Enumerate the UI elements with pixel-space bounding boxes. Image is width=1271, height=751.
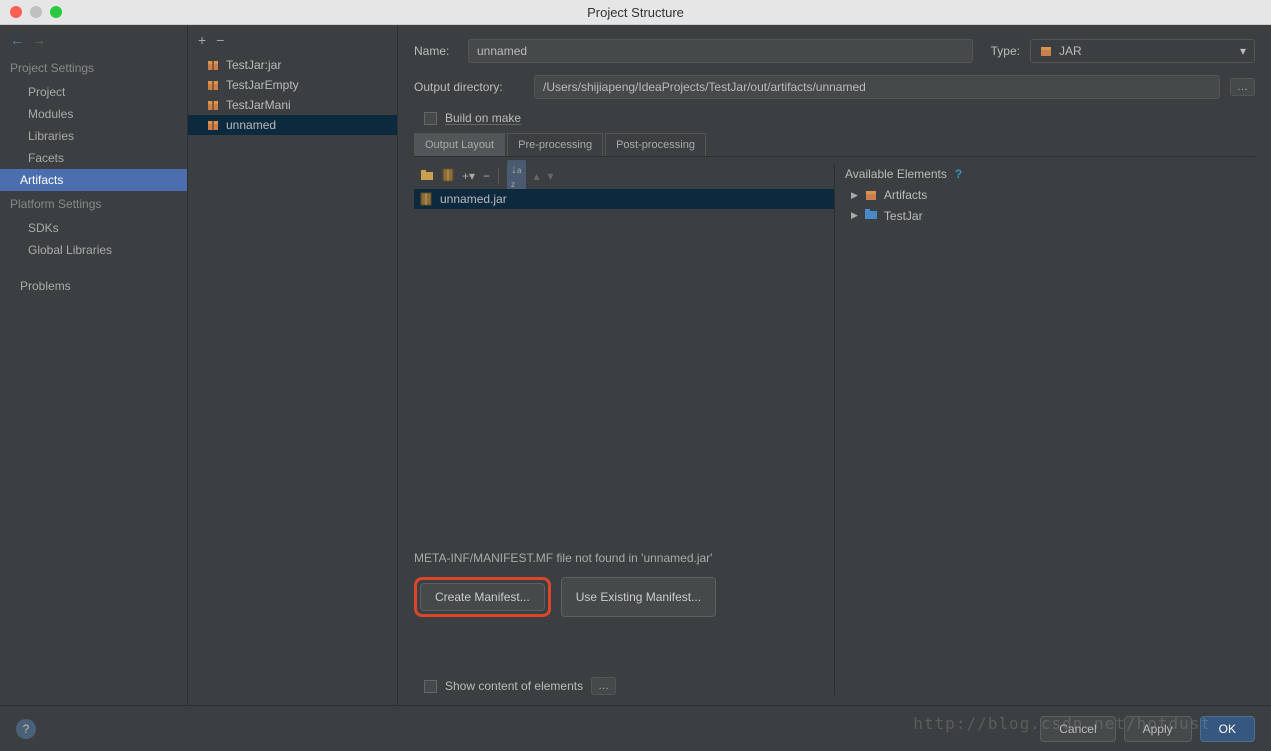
- traffic-lights: [0, 6, 62, 18]
- tab-output-layout[interactable]: Output Layout: [414, 133, 505, 156]
- sidebar-item-problems[interactable]: Problems: [0, 275, 187, 297]
- ae-item-module[interactable]: ▶ TestJar: [845, 205, 1255, 226]
- content-panel: Name: Type: JAR ▾ Output directory: … Bu…: [398, 25, 1271, 705]
- ae-item-label: TestJar: [884, 209, 923, 223]
- expand-icon: ▶: [851, 210, 858, 221]
- tab-post-processing[interactable]: Post-processing: [605, 133, 706, 156]
- show-content-more-button[interactable]: …: [591, 677, 616, 695]
- output-directory-input[interactable]: [534, 75, 1220, 99]
- chevron-down-icon: ▾: [1240, 44, 1246, 58]
- manifest-message: META-INF/MANIFEST.MF file not found in '…: [414, 545, 834, 571]
- maximize-window-button[interactable]: [50, 6, 62, 18]
- output-layout-panel: +▾ − ↓az ▴ ▾ unnamed.jar META-INF/MANIFE…: [414, 163, 835, 695]
- sidebar-item-global-libraries[interactable]: Global Libraries: [0, 239, 187, 261]
- available-elements-panel: Available Elements ? ▶ Artifacts ▶ TestJ…: [835, 163, 1255, 695]
- section-platform-settings: Platform Settings: [0, 191, 187, 217]
- tree-item-label: TestJar:jar: [226, 58, 281, 72]
- name-label: Name:: [414, 44, 458, 58]
- ae-item-label: Artifacts: [884, 188, 927, 202]
- sidebar: ← → Project Settings Project Modules Lib…: [0, 25, 188, 705]
- sidebar-item-project[interactable]: Project: [0, 81, 187, 103]
- help-icon[interactable]: ?: [955, 167, 962, 181]
- ok-button[interactable]: OK: [1200, 716, 1255, 742]
- new-folder-icon[interactable]: [420, 168, 434, 185]
- tree-item-label: TestJarMani: [226, 98, 291, 112]
- type-value: JAR: [1059, 44, 1082, 58]
- cancel-button[interactable]: Cancel: [1040, 716, 1115, 742]
- ae-item-artifacts[interactable]: ▶ Artifacts: [845, 185, 1255, 205]
- section-project-settings: Project Settings: [0, 55, 187, 81]
- available-elements-label: Available Elements: [845, 167, 947, 181]
- create-manifest-button[interactable]: Create Manifest...: [420, 583, 545, 611]
- titlebar: Project Structure: [0, 0, 1271, 25]
- artifact-icon: [206, 78, 220, 92]
- tabs: Output Layout Pre-processing Post-proces…: [414, 133, 1255, 157]
- artifact-icon: [206, 58, 220, 72]
- jar-name: unnamed.jar: [440, 192, 507, 206]
- tree-item[interactable]: TestJar:jar: [188, 55, 397, 75]
- tab-pre-processing[interactable]: Pre-processing: [507, 133, 603, 156]
- artifact-icon: [864, 188, 878, 202]
- module-icon: [864, 208, 878, 223]
- help-button[interactable]: ?: [16, 719, 36, 739]
- sidebar-item-sdks[interactable]: SDKs: [0, 217, 187, 239]
- sidebar-item-libraries[interactable]: Libraries: [0, 125, 187, 147]
- artifact-tree-panel: + − TestJar:jar TestJarEmpty TestJarMani…: [188, 25, 398, 705]
- footer: ? Cancel Apply OK: [0, 705, 1271, 751]
- tree-item-label: TestJarEmpty: [226, 78, 299, 92]
- browse-button[interactable]: …: [1230, 78, 1255, 96]
- move-down-icon[interactable]: ▾: [548, 169, 554, 183]
- show-content-label: Show content of elements: [445, 679, 583, 693]
- build-on-make-checkbox[interactable]: [424, 112, 437, 125]
- sidebar-item-artifacts[interactable]: Artifacts: [0, 169, 187, 191]
- tree-item[interactable]: TestJarEmpty: [188, 75, 397, 95]
- add-copy-icon[interactable]: +▾: [462, 169, 475, 183]
- type-label: Type:: [991, 44, 1020, 58]
- artifact-icon: [206, 98, 220, 112]
- minimize-window-button[interactable]: [30, 6, 42, 18]
- output-label: Output directory:: [414, 80, 524, 94]
- apply-button[interactable]: Apply: [1124, 716, 1192, 742]
- type-select[interactable]: JAR ▾: [1030, 39, 1255, 63]
- move-up-icon[interactable]: ▴: [534, 169, 540, 183]
- sidebar-item-modules[interactable]: Modules: [0, 103, 187, 125]
- use-existing-manifest-button[interactable]: Use Existing Manifest...: [561, 577, 716, 617]
- jar-row[interactable]: unnamed.jar: [414, 189, 834, 209]
- remove-artifact-button[interactable]: −: [216, 32, 224, 48]
- artifact-icon: [206, 118, 220, 132]
- tree-item[interactable]: unnamed: [188, 115, 397, 135]
- sidebar-item-facets[interactable]: Facets: [0, 147, 187, 169]
- expand-icon: ▶: [851, 190, 858, 201]
- tree-item-label: unnamed: [226, 118, 276, 132]
- tree-item[interactable]: TestJarMani: [188, 95, 397, 115]
- show-content-checkbox[interactable]: [424, 680, 437, 693]
- archive-icon[interactable]: [442, 168, 454, 185]
- jar-file-icon: [420, 192, 434, 206]
- jar-type-icon: [1039, 44, 1053, 58]
- highlight-annotation: Create Manifest...: [414, 577, 551, 617]
- close-window-button[interactable]: [10, 6, 22, 18]
- nav-back-icon[interactable]: ←: [10, 32, 24, 48]
- build-on-make-label: Build on make: [445, 111, 521, 125]
- add-artifact-button[interactable]: +: [198, 32, 206, 48]
- remove-icon[interactable]: −: [483, 169, 490, 183]
- nav-forward-icon[interactable]: →: [32, 32, 46, 48]
- window-title: Project Structure: [587, 5, 684, 20]
- name-input[interactable]: [468, 39, 973, 63]
- sort-icon[interactable]: ↓az: [507, 160, 525, 192]
